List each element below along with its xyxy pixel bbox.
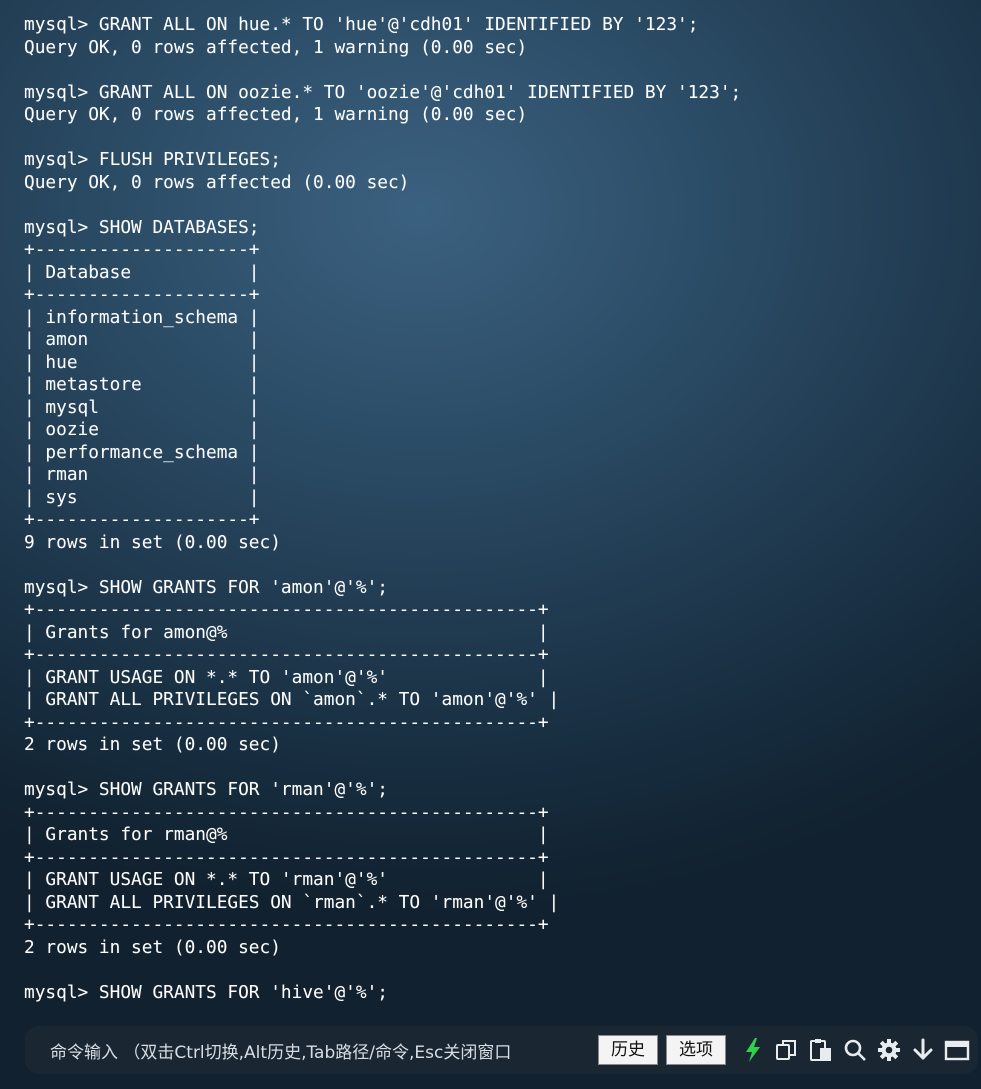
terminal-line: | rman |: [24, 464, 260, 485]
terminal-line: | GRANT ALL PRIVILEGES ON `rman`.* TO 'r…: [24, 891, 560, 913]
terminal-line: | hue |: [24, 351, 260, 373]
terminal-line: +---------------------------------------…: [24, 846, 549, 868]
terminal-line: +---------------------------------------…: [24, 801, 549, 823]
terminal-line: Query OK, 0 rows affected (0.00 sec): [24, 171, 410, 193]
terminal-line: mysql> SHOW GRANTS FOR 'amon'@'%';: [24, 576, 388, 598]
terminal-line: | Grants for amon@% |: [24, 621, 549, 643]
terminal-line: mysql> SHOW GRANTS FOR 'rman'@'%';: [24, 779, 388, 800]
terminal-line: mysql> GRANT ALL ON hue.* TO 'hue'@'cdh0…: [24, 14, 699, 35]
terminal-line: mysql> SHOW DATABASES;: [24, 216, 260, 238]
terminal-line: | mysql |: [24, 396, 260, 418]
terminal-line: +--------------------+: [24, 239, 260, 260]
lightning-icon[interactable]: [740, 1037, 766, 1063]
command-input-hint[interactable]: 命令输入 （双击Ctrl切换,Alt历史,Tab路径/命令,Esc关闭窗口: [50, 1038, 588, 1063]
terminal-line: | Grants for rman@% |: [24, 824, 549, 845]
terminal-line: +---------------------------------------…: [24, 599, 549, 620]
terminal-line: mysql> GRANT ALL ON oozie.* TO 'oozie'@'…: [24, 81, 742, 103]
terminal-line: | metastore |: [24, 374, 260, 395]
search-icon[interactable]: [842, 1037, 868, 1063]
terminal-line: +---------------------------------------…: [24, 914, 549, 935]
terminal-line: | Database |: [24, 261, 260, 283]
terminal-line: +--------------------+: [24, 284, 260, 305]
terminal-line: | performance_schema |: [24, 441, 260, 463]
copy-icon[interactable]: [774, 1037, 800, 1063]
terminal-line: | GRANT USAGE ON *.* TO 'amon'@'%' |: [24, 666, 549, 688]
terminal-line: Query OK, 0 rows affected, 1 warning (0.…: [24, 36, 528, 58]
history-button[interactable]: 历史: [598, 1035, 658, 1065]
terminal-output[interactable]: mysql> GRANT ALL ON hue.* TO 'hue'@'cdh0…: [24, 14, 964, 1014]
terminal-line: | oozie |: [24, 419, 260, 440]
terminal-line: +---------------------------------------…: [24, 711, 549, 733]
terminal-line: | sys |: [24, 486, 260, 508]
terminal-line: mysql> FLUSH PRIVILEGES;: [24, 149, 281, 170]
terminal-line: +--------------------+: [24, 509, 260, 530]
terminal-line: | GRANT ALL PRIVILEGES ON `amon`.* TO 'a…: [24, 689, 560, 710]
terminal-line: | amon |: [24, 329, 260, 350]
terminal-line: Query OK, 0 rows affected, 1 warning (0.…: [24, 104, 528, 125]
terminal-line: 2 rows in set (0.00 sec): [24, 936, 281, 958]
window-icon[interactable]: [944, 1037, 970, 1063]
options-button[interactable]: 选项: [666, 1035, 726, 1065]
download-icon[interactable]: [910, 1037, 936, 1063]
terminal-line: mysql> SHOW GRANTS FOR 'hive'@'%';: [24, 981, 388, 1003]
paste-icon[interactable]: [808, 1037, 834, 1063]
terminal-line: | information_schema |: [24, 306, 260, 328]
gear-icon[interactable]: [876, 1037, 902, 1063]
terminal-line: +---------------------------------------…: [24, 644, 549, 665]
terminal-line: 2 rows in set (0.00 sec): [24, 734, 281, 755]
command-input-bar[interactable]: 命令输入 （双击Ctrl切换,Alt历史,Tab路径/命令,Esc关闭窗口 历史…: [25, 1026, 978, 1074]
terminal-line: | GRANT USAGE ON *.* TO 'rman'@'%' |: [24, 869, 549, 890]
terminal-line: 9 rows in set (0.00 sec): [24, 531, 281, 553]
